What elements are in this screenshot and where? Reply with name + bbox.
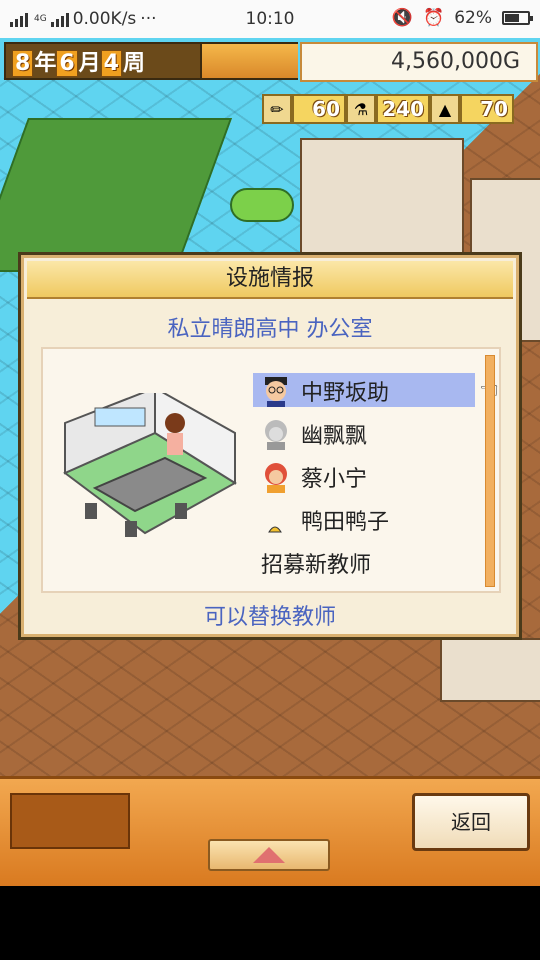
recruit-teacher-option[interactable]: 招募新教师 [261,541,491,584]
week-number: 4 [100,50,122,77]
info-slot [10,793,130,849]
garden-plot [230,188,294,222]
teacher-row-3[interactable]: 蔡小宁 [261,455,491,498]
date-display: 8年 6月 4周 [4,42,202,80]
battery-percent: 62% [454,8,492,28]
facility-name: 私立晴朗高中 办公室 [167,317,373,342]
expand-menu-button[interactable] [208,839,330,871]
alarm-icon: ⏰ [423,8,445,28]
system-nav-bar [0,886,540,960]
corridor-building [440,638,540,702]
teacher-duck-avatar [268,526,282,532]
status-bar: 4G 0.00K/s ··· 10:10 🔇 ⏰ 62% [0,0,540,38]
dialog-hint: 可以替换教师 [203,605,336,630]
bottom-toolbar: 返回 [0,776,540,886]
battery-icon [502,11,533,25]
teacher-row-1[interactable]: 中野坂助 ☜ [253,369,499,412]
teacher-ghost-avatar [265,419,287,450]
dialog-title: 设施情报 [27,261,513,299]
date-progress-bar [202,42,298,80]
month-unit: 月 [78,51,101,76]
teacher-name: 幽飘飘 [301,423,368,449]
year-unit: 年 [34,51,57,76]
up-arrow-icon [253,847,285,863]
office-room-image [63,393,237,537]
teacher-panel: 中野坂助 ☜ 幽飘飘 蔡小宁 鸭田鸭子 招募新教师 [41,347,501,593]
money-display: 4,560,000G [300,42,538,82]
teacher-row-2[interactable]: 幽飘飘 [261,412,491,455]
mountain-icon: ▲ [430,94,460,124]
mute-icon: 🔇 [391,8,414,28]
classroom-building [300,138,464,262]
year-number: 8 [12,50,34,77]
back-button[interactable]: 返回 [412,793,530,851]
stat-fitness-value: 70 [460,94,514,124]
recruit-label: 招募新教师 [261,552,372,578]
teacher-row-4[interactable]: 鸭田鸭子 [261,498,491,541]
facility-info-dialog: 设施情报 私立晴朗高中 办公室 中野坂助 ☜ 幽飘飘 [18,252,522,640]
week-unit: 周 [122,51,145,76]
stat-research-value: 240 [376,94,430,124]
stat-study-value: 60 [292,94,346,124]
month-number: 6 [56,50,78,77]
flask-icon: ⚗ [346,94,376,124]
teacher-name: 中野坂助 [301,380,390,406]
list-scrollbar[interactable] [485,355,495,587]
pencil-icon: ✏ [262,94,292,124]
teacher-glasses-avatar [265,376,287,407]
teacher-name: 蔡小宁 [301,466,368,492]
teacher-list: 中野坂助 ☜ 幽飘飘 蔡小宁 鸭田鸭子 招募新教师 [253,369,499,584]
teacher-name: 鸭田鸭子 [301,509,390,535]
school-stats: ✏ 60 ⚗ 240 ▲ 70 [262,92,540,126]
teacher-redhair-avatar [265,462,287,493]
